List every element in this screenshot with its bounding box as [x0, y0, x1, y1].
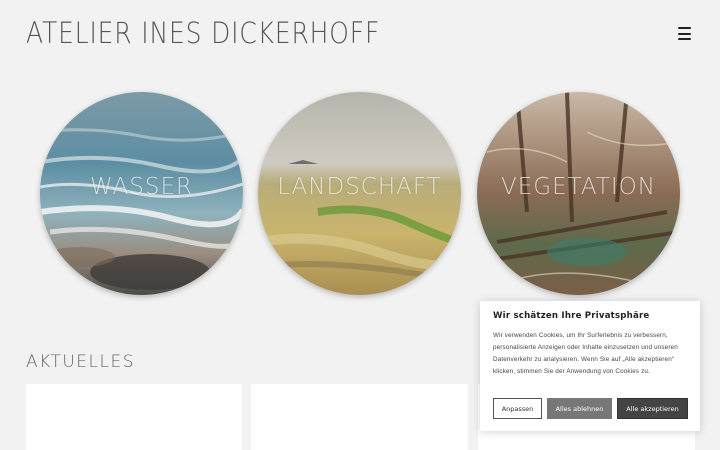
category-wasser[interactable]: WASSER	[40, 92, 243, 295]
category-label: LANDSCHAFT	[277, 174, 442, 200]
news-card[interactable]	[251, 384, 468, 450]
cookie-banner-title: Wir schätzen Ihre Privatsphäre	[493, 311, 650, 321]
cookie-banner-text: Wir verwenden Cookies, um Ihr Surferlebn…	[493, 332, 678, 375]
reject-all-cookies-button[interactable]: Alles ablehnen	[547, 398, 612, 419]
category-landschaft[interactable]: LANDSCHAFT	[258, 92, 461, 295]
site-title[interactable]: ATELIER INES DICKERHOFF	[26, 16, 380, 50]
category-vegetation[interactable]: VEGETATION	[477, 92, 680, 295]
category-label: WASSER	[90, 174, 193, 200]
customize-cookies-button[interactable]: Anpassen	[493, 398, 542, 419]
cookie-consent-banner: Wir schätzen Ihre Privatsphäre Wir verwe…	[480, 301, 700, 431]
cookie-button-group: Anpassen Alles ablehnen Alle akzeptieren	[493, 398, 688, 419]
news-card[interactable]	[26, 384, 242, 450]
category-label: VEGETATION	[501, 174, 656, 200]
news-section-heading: AKTUELLES	[26, 352, 136, 372]
accept-all-cookies-button[interactable]: Alle akzeptieren	[617, 398, 688, 419]
hamburger-menu-icon[interactable]	[678, 27, 691, 40]
